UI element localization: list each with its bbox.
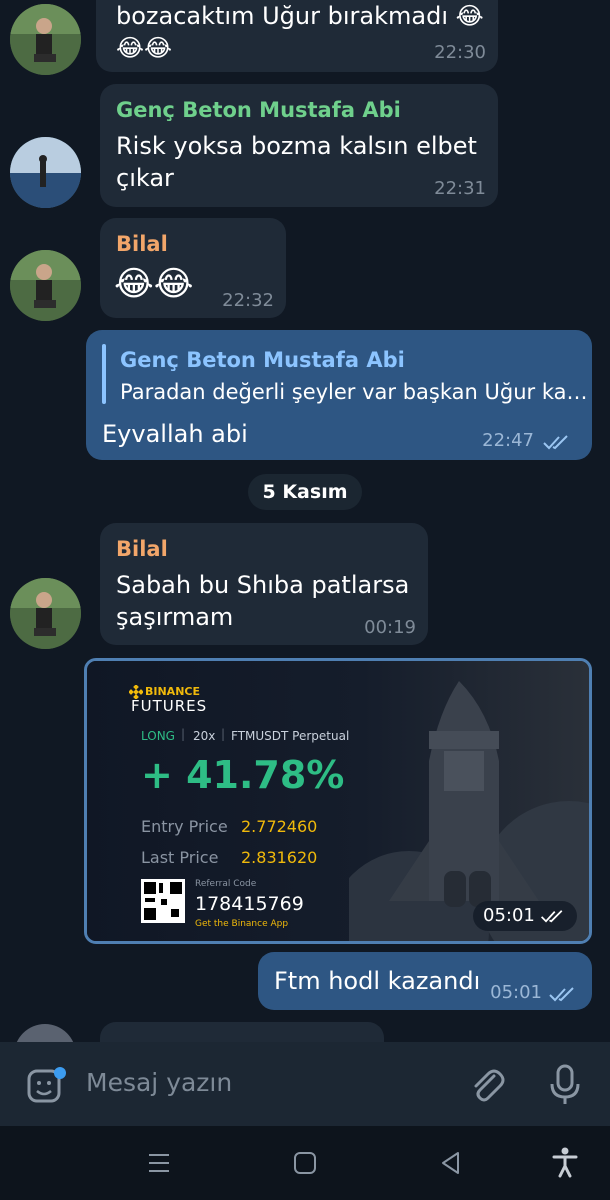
message-text: bozacaktım Uğur bırakmadı 😂 xyxy=(116,2,484,30)
recent-apps-icon[interactable] xyxy=(146,1150,172,1176)
system-navigation-bar xyxy=(0,1126,610,1200)
brand-bottom: FUTURES xyxy=(131,697,208,715)
read-check-icon xyxy=(541,910,563,923)
read-check-icon xyxy=(543,435,568,450)
sender-name[interactable]: Bilal xyxy=(116,232,168,256)
avatar[interactable] xyxy=(10,4,81,75)
message-text: Eyvallah abi xyxy=(102,420,248,448)
date-separator: 5 Kasım xyxy=(248,474,362,510)
message-bubble[interactable]: Bilal Sabah bu Shıba patlarsa şaşırmam 0… xyxy=(100,523,428,645)
message-time: 22:32 xyxy=(222,290,274,311)
message-input-bar: Mesaj yazın xyxy=(0,1042,610,1126)
message-bubble-outgoing[interactable]: Ftm hodl kazandı 05:01 xyxy=(258,952,592,1010)
reply-sender[interactable]: Genç Beton Mustafa Abi xyxy=(120,348,405,372)
divider: | xyxy=(221,727,226,741)
last-price-label: Last Price xyxy=(141,848,219,867)
sender-name[interactable]: Bilal xyxy=(116,537,168,561)
sticker-emoji-icon[interactable] xyxy=(26,1066,66,1106)
message-text: Sabah bu Shıba patlarsa xyxy=(116,571,410,599)
message-time: 05:01 xyxy=(483,905,535,926)
trading-pair: FTMUSDT Perpetual xyxy=(231,729,350,743)
message-time: 00:19 xyxy=(364,617,416,638)
binance-futures-image[interactable]: BINANCE FUTURES LONG | 20x | FTMUSDT Per… xyxy=(84,658,592,944)
message-bubble[interactable]: bozacaktım Uğur bırakmadı 😂 😂😂 22:30 xyxy=(96,0,498,72)
microphone-icon[interactable] xyxy=(548,1064,582,1106)
back-icon[interactable] xyxy=(438,1150,464,1176)
referral-label: Referral Code xyxy=(195,879,257,889)
binance-card: BINANCE FUTURES LONG | 20x | FTMUSDT Per… xyxy=(87,661,589,941)
message-time: 22:31 xyxy=(434,178,486,199)
avatar[interactable] xyxy=(10,137,81,208)
last-price-value: 2.831620 xyxy=(241,848,318,867)
message-text: 😂😂 xyxy=(116,34,173,62)
chat-history[interactable]: bozacaktım Uğur bırakmadı 😂 😂😂 22:30 Gen… xyxy=(0,0,610,1042)
message-time: 22:30 xyxy=(434,42,486,63)
referral-code: 178415769 xyxy=(195,893,304,915)
message-time: 05:01 xyxy=(490,982,542,1003)
message-text: Ftm hodl kazandı xyxy=(274,967,481,995)
reply-text[interactable]: Paradan değerli şeyler var başkan Uğur k… xyxy=(120,376,587,408)
message-text: 😂😂 xyxy=(114,264,194,304)
message-text: Risk yoksa bozma kalsın elbet xyxy=(116,132,477,160)
message-time-badge: 05:01 xyxy=(473,901,577,931)
message-bubble[interactable]: Bilal 😂😂 22:32 xyxy=(100,218,286,318)
message-text: çıkar xyxy=(116,164,174,192)
leverage: 20x xyxy=(193,729,216,743)
avatar[interactable] xyxy=(10,578,81,649)
accessibility-icon[interactable] xyxy=(552,1146,578,1178)
reply-quote-bar xyxy=(102,344,106,404)
avatar[interactable] xyxy=(10,250,81,321)
entry-price-label: Entry Price xyxy=(141,817,228,836)
home-icon[interactable] xyxy=(292,1150,318,1176)
sender-name[interactable]: Genç Beton Mustafa Abi xyxy=(116,98,401,122)
message-bubble[interactable] xyxy=(100,1022,384,1042)
attachment-icon[interactable] xyxy=(468,1066,506,1104)
qr-code-icon xyxy=(141,879,185,923)
entry-price-value: 2.772460 xyxy=(241,817,318,836)
avatar[interactable] xyxy=(14,1024,76,1042)
divider: | xyxy=(181,727,186,741)
pnl-percent: + 41.78% xyxy=(141,753,345,797)
message-time: 22:47 xyxy=(482,430,534,451)
message-bubble[interactable]: Genç Beton Mustafa Abi Risk yoksa bozma … xyxy=(100,84,498,207)
read-check-icon xyxy=(549,987,574,1002)
message-text: şaşırmam xyxy=(116,603,234,631)
app-download-text: Get the Binance App xyxy=(195,919,289,929)
message-input[interactable]: Mesaj yazın xyxy=(86,1068,232,1097)
position-side: LONG xyxy=(141,729,175,743)
